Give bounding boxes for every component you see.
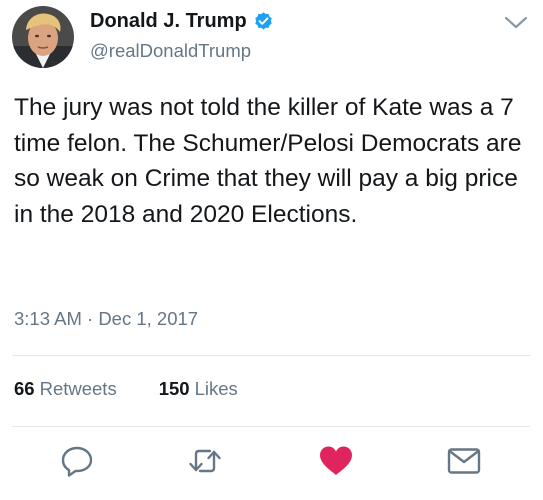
- reply-button[interactable]: [59, 444, 95, 478]
- direct-message-button[interactable]: [446, 444, 482, 478]
- reply-icon: [61, 446, 93, 477]
- author-display-name: Donald J. Trump: [90, 10, 247, 32]
- author-handle[interactable]: @realDonaldTrump: [90, 40, 251, 62]
- envelope-icon: [447, 448, 481, 474]
- retweet-button[interactable]: [187, 444, 223, 478]
- author-name[interactable]: Donald J. Trump: [90, 10, 274, 33]
- divider: [12, 355, 530, 356]
- likes-stat[interactable]: 150 Likes: [159, 378, 238, 400]
- retweets-stat[interactable]: 66 Retweets: [14, 378, 117, 400]
- retweets-label: Retweets: [39, 378, 117, 399]
- tweet-timestamp[interactable]: 3:13 AM · Dec 1, 2017: [14, 308, 198, 330]
- likes-label: Likes: [194, 378, 238, 399]
- likes-count: 150: [158, 378, 190, 399]
- avatar-image: [12, 6, 74, 68]
- avatar[interactable]: [12, 6, 74, 68]
- chevron-down-icon[interactable]: [503, 14, 529, 32]
- divider: [12, 426, 530, 427]
- verified-badge-icon: [253, 11, 274, 32]
- retweets-count: 66: [14, 378, 35, 399]
- like-button[interactable]: [318, 444, 354, 478]
- tweet-text: The jury was not told the killer of Kate…: [14, 94, 522, 228]
- heart-icon: [320, 446, 352, 475]
- retweet-icon: [189, 449, 221, 473]
- tweet-stats: 66 Retweets 150 Likes: [14, 378, 238, 400]
